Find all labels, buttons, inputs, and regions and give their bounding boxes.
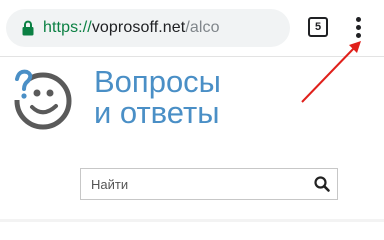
search-form — [80, 168, 338, 200]
site-title-line-1: Вопросы — [94, 64, 221, 99]
address-bar[interactable]: https://voprosoff.net/alco — [6, 9, 290, 47]
url-text: https://voprosoff.net/alco — [43, 18, 220, 38]
tab-switcher-button[interactable]: 5 — [308, 17, 330, 39]
menu-dot — [356, 33, 361, 38]
page-divider — [0, 219, 384, 222]
tab-count: 5 — [308, 17, 328, 37]
url-host: voprosoff.net — [91, 19, 186, 36]
site-logo-link[interactable]: Вопросы и ответы — [10, 66, 250, 138]
search-icon[interactable] — [313, 175, 331, 193]
browser-menu-button[interactable] — [350, 14, 366, 42]
site-title: Вопросы и ответы — [94, 66, 221, 128]
menu-dot — [356, 25, 361, 30]
smiley-question-icon — [10, 66, 72, 130]
lock-icon — [22, 20, 34, 36]
url-path: /alco — [185, 19, 220, 36]
menu-dot — [356, 17, 361, 22]
site-title-line-2: и ответы — [94, 95, 220, 130]
search-input[interactable] — [81, 169, 301, 199]
browser-toolbar: https://voprosoff.net/alco 5 — [0, 0, 384, 57]
browser-viewport: https://voprosoff.net/alco 5 Вопросы и о… — [0, 0, 384, 222]
url-scheme: https:// — [43, 19, 92, 36]
